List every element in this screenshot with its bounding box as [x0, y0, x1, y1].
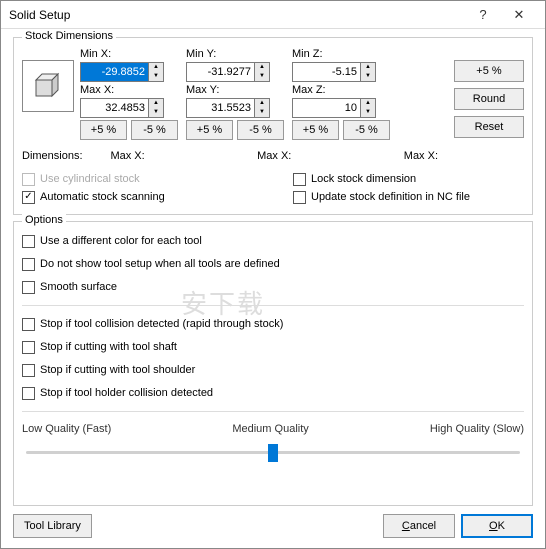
max-y-label: Max Y:	[186, 84, 284, 96]
window-title: Solid Setup	[9, 8, 465, 22]
spinner-arrows[interactable]: ▲▼	[148, 98, 164, 118]
diff-color-checkbox[interactable]: Use a different color for each tool	[22, 232, 524, 250]
z-minus5-button[interactable]: -5 %	[343, 120, 390, 140]
separator	[22, 305, 524, 306]
dim-z-input[interactable]	[440, 146, 524, 166]
quality-labels: Low Quality (Fast) Medium Quality High Q…	[22, 423, 524, 435]
dialog-window: Solid Setup ? ✕ 安下载 Stock Dimensions Min…	[0, 0, 546, 549]
auto-scan-checkbox[interactable]: ✓Automatic stock scanning	[22, 188, 253, 206]
max-y-input[interactable]	[186, 98, 254, 118]
tool-library-button[interactable]: Tool Library	[13, 514, 92, 538]
spinner-arrows[interactable]: ▲▼	[148, 62, 164, 82]
max-x-spinner[interactable]: ▲▼	[80, 98, 178, 118]
spinner-arrows[interactable]: ▲▼	[360, 98, 376, 118]
x-minus5-button[interactable]: -5 %	[131, 120, 178, 140]
max-x-input[interactable]	[80, 98, 148, 118]
min-y-input[interactable]	[186, 62, 254, 82]
dim-x-label: Max X:	[110, 150, 144, 162]
smooth-surface-checkbox[interactable]: Smooth surface	[22, 278, 524, 296]
max-z-input[interactable]	[292, 98, 360, 118]
quality-low-label: Low Quality (Fast)	[22, 423, 111, 435]
dim-y-label: Max X:	[257, 150, 291, 162]
options-group: Options Use a different color for each t…	[13, 221, 533, 506]
close-button[interactable]: ✕	[501, 7, 537, 23]
dim-y-input[interactable]	[293, 146, 377, 166]
min-z-spinner[interactable]: ▲▼	[292, 62, 390, 82]
spinner-arrows[interactable]: ▲▼	[254, 62, 270, 82]
dialog-content: 安下载 Stock Dimensions Min X: ▲▼ Max X: ▲▼…	[1, 29, 545, 548]
min-y-spinner[interactable]: ▲▼	[186, 62, 284, 82]
round-button[interactable]: Round	[454, 88, 524, 110]
max-z-spinner[interactable]: ▲▼	[292, 98, 390, 118]
min-z-input[interactable]	[292, 62, 360, 82]
spinner-arrows[interactable]: ▲▼	[254, 98, 270, 118]
reset-button[interactable]: Reset	[454, 116, 524, 138]
stop-shoulder-checkbox[interactable]: Stop if cutting with tool shoulder	[22, 361, 524, 379]
use-cylindrical-checkbox: Use cylindrical stock	[22, 170, 253, 188]
stop-shaft-checkbox[interactable]: Stop if cutting with tool shaft	[22, 338, 524, 356]
spinner-arrows[interactable]: ▲▼	[360, 62, 376, 82]
slider-thumb[interactable]	[268, 444, 278, 462]
max-y-spinner[interactable]: ▲▼	[186, 98, 284, 118]
stock-dimensions-group: Stock Dimensions Min X: ▲▼ Max X: ▲▼ +5 …	[13, 37, 533, 215]
z-plus5-button[interactable]: +5 %	[292, 120, 339, 140]
max-z-label: Max Z:	[292, 84, 390, 96]
min-x-label: Min X:	[80, 48, 178, 60]
ok-button[interactable]: OK	[461, 514, 533, 538]
stop-rapid-checkbox[interactable]: Stop if tool collision detected (rapid t…	[22, 315, 524, 333]
separator	[22, 411, 524, 412]
quality-high-label: High Quality (Slow)	[430, 423, 524, 435]
no-show-setup-checkbox[interactable]: Do not show tool setup when all tools ar…	[22, 255, 524, 273]
dim-z-label: Max X:	[404, 150, 438, 162]
min-x-spinner[interactable]: ▲▼	[80, 62, 178, 82]
all-plus5-button[interactable]: +5 %	[454, 60, 524, 82]
x-plus5-button[interactable]: +5 %	[80, 120, 127, 140]
dimensions-label: Dimensions:	[22, 150, 84, 162]
stock-group-label: Stock Dimensions	[22, 30, 116, 42]
titlebar: Solid Setup ? ✕	[1, 1, 545, 29]
quality-med-label: Medium Quality	[232, 423, 308, 435]
help-button[interactable]: ?	[465, 7, 501, 22]
stop-holder-checkbox[interactable]: Stop if tool holder collision detected	[22, 384, 524, 402]
quality-slider[interactable]	[26, 442, 520, 464]
max-x-label: Max X:	[80, 84, 178, 96]
min-y-label: Min Y:	[186, 48, 284, 60]
y-minus5-button[interactable]: -5 %	[237, 120, 284, 140]
stock-cube-icon	[22, 60, 74, 112]
lock-stock-checkbox[interactable]: Lock stock dimension	[293, 170, 524, 188]
options-group-label: Options	[22, 214, 66, 226]
min-z-label: Min Z:	[292, 48, 390, 60]
dialog-footer: Tool Library Cancel OK	[13, 512, 533, 538]
update-nc-checkbox[interactable]: Update stock definition in NC file	[293, 188, 524, 206]
min-x-input[interactable]	[80, 62, 148, 82]
y-plus5-button[interactable]: +5 %	[186, 120, 233, 140]
dimensions-row: Dimensions: Max X: Max X: Max X:	[22, 146, 524, 166]
dim-x-input[interactable]	[147, 146, 231, 166]
cancel-button[interactable]: Cancel	[383, 514, 455, 538]
